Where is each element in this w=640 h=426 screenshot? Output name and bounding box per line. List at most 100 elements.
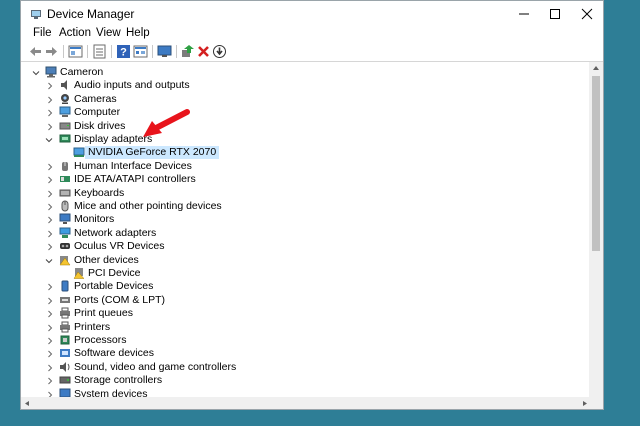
minimize-button[interactable] [508,1,540,26]
tree-item-label: Other devices [74,253,139,266]
scroll-up-icon[interactable] [592,65,600,71]
device-tree[interactable]: Cameron Audio inputs and outputs Cameras C… [21,62,589,405]
display-adapter-icon [59,134,71,143]
update-driver-button[interactable] [180,44,195,59]
disable-device-button[interactable] [212,44,227,59]
chevron-down-icon[interactable] [45,136,53,144]
details-view-icon [133,45,148,58]
tree-category-item[interactable]: Print queues [21,307,581,320]
tree-category-item[interactable]: Cameras [21,93,581,106]
tree-category-item[interactable]: Other devices [21,254,581,267]
tree-category-item[interactable]: IDE ATA/ATAPI controllers [21,173,581,186]
minimize-icon [519,13,529,15]
horizontal-scrollbar[interactable] [21,397,603,409]
chevron-right-icon[interactable] [46,176,54,184]
help-button[interactable]: ? [116,44,131,59]
chevron-right-icon[interactable] [46,310,54,318]
svg-text:?: ? [120,47,127,59]
ide-icon [60,176,70,183]
tree-root[interactable]: Cameron [21,66,581,79]
scroll-right-icon[interactable] [582,400,588,407]
chevron-right-icon[interactable] [46,243,54,251]
chevron-right-icon[interactable] [46,82,54,90]
tree-category-item[interactable]: Human Interface Devices [21,160,581,173]
disk-icon [59,122,71,130]
tree-item-label: Keyboards [74,186,125,199]
tree-device-item[interactable]: PCI Device [21,267,581,280]
sound-icon [60,361,70,372]
tree-category-item[interactable]: Software devices [21,347,581,360]
chevron-right-icon[interactable] [46,377,54,385]
tree-category-item[interactable]: Ports (COM & LPT) [21,294,581,307]
chevron-down-icon[interactable] [45,257,53,265]
menu-view[interactable]: View [96,27,121,39]
chevron-right-icon[interactable] [46,109,54,117]
chevron-right-icon[interactable] [46,350,54,358]
tree-category-item[interactable]: Mice and other pointing devices [21,200,581,213]
chevron-right-icon[interactable] [46,123,54,131]
toolbar-separator [63,45,64,58]
chevron-right-icon[interactable] [46,297,54,305]
maximize-icon [550,9,560,19]
chevron-right-icon[interactable] [46,190,54,198]
chevron-right-icon[interactable] [46,163,54,171]
back-button[interactable] [28,44,43,59]
chevron-right-icon[interactable] [46,364,54,372]
uninstall-button[interactable] [196,44,211,59]
menu-help[interactable]: Help [126,27,150,39]
tree-item-label: NVIDIA GeForce RTX 2070 [85,146,220,160]
uninstall-icon [198,46,209,57]
chevron-right-icon[interactable] [46,283,54,291]
tree-item-label: IDE ATA/ATAPI controllers [74,173,196,186]
scrollbar-thumb[interactable] [592,76,600,251]
forward-button[interactable] [44,44,59,59]
tree-category-item[interactable]: Printers [21,321,581,334]
chevron-right-icon[interactable] [46,324,54,332]
toolbar-separator [87,45,88,58]
window-title: Device Manager [47,7,135,21]
chevron-right-icon[interactable] [46,96,54,104]
tree-item-label: Human Interface Devices [74,159,192,172]
close-button[interactable] [571,1,603,26]
tree-category-item[interactable]: Portable Devices [21,280,581,293]
tree-device-item[interactable]: NVIDIA GeForce RTX 2070 [21,146,581,160]
chevron-right-icon[interactable] [46,230,54,238]
tree-item-label: Storage controllers [74,374,163,387]
tree-category-item[interactable]: Storage controllers [21,374,581,387]
menu-action[interactable]: Action [59,27,91,39]
title-bar[interactable]: Device Manager [21,1,603,26]
scroll-left-icon[interactable] [24,400,30,407]
properties-button[interactable] [68,44,83,59]
portable-icon [61,280,69,292]
chevron-right-icon[interactable] [46,216,54,224]
menu-file[interactable]: File [33,27,52,39]
list-view-button[interactable] [92,44,107,59]
tree-item-label: Portable Devices [74,280,154,293]
tree-category-item[interactable]: Disk drives [21,120,581,133]
tree-category-item[interactable]: Oculus VR Devices [21,240,581,253]
chevron-right-icon[interactable] [46,203,54,211]
vertical-scrollbar[interactable] [589,62,603,405]
tree-item-label: Computer [74,106,121,119]
tree-category-item[interactable]: Display adapters [21,133,581,146]
update-driver-icon [182,45,194,57]
tree-category-item[interactable]: Sound, video and game controllers [21,361,581,374]
chevron-right-icon[interactable] [46,337,54,345]
close-icon [581,8,593,20]
scan-hardware-button[interactable] [157,44,172,59]
mouse-icon [61,200,69,212]
chevron-down-icon[interactable] [32,69,40,77]
maximize-button[interactable] [539,1,571,26]
vr-icon [60,243,70,250]
speaker-icon [61,80,67,91]
tree-category-item[interactable]: Keyboards [21,187,581,200]
tree-category-item[interactable]: Network adapters [21,227,581,240]
tree-category-item[interactable]: Monitors [21,213,581,226]
tree-category-item[interactable]: Audio inputs and outputs [21,79,581,92]
tree-category-item[interactable]: Computer [21,106,581,119]
hid-icon [62,161,68,171]
help-icon: ? [117,45,130,59]
tree-item-label: Oculus VR Devices [74,240,165,253]
details-view-button[interactable] [133,44,148,59]
tree-category-item[interactable]: Processors [21,334,581,347]
